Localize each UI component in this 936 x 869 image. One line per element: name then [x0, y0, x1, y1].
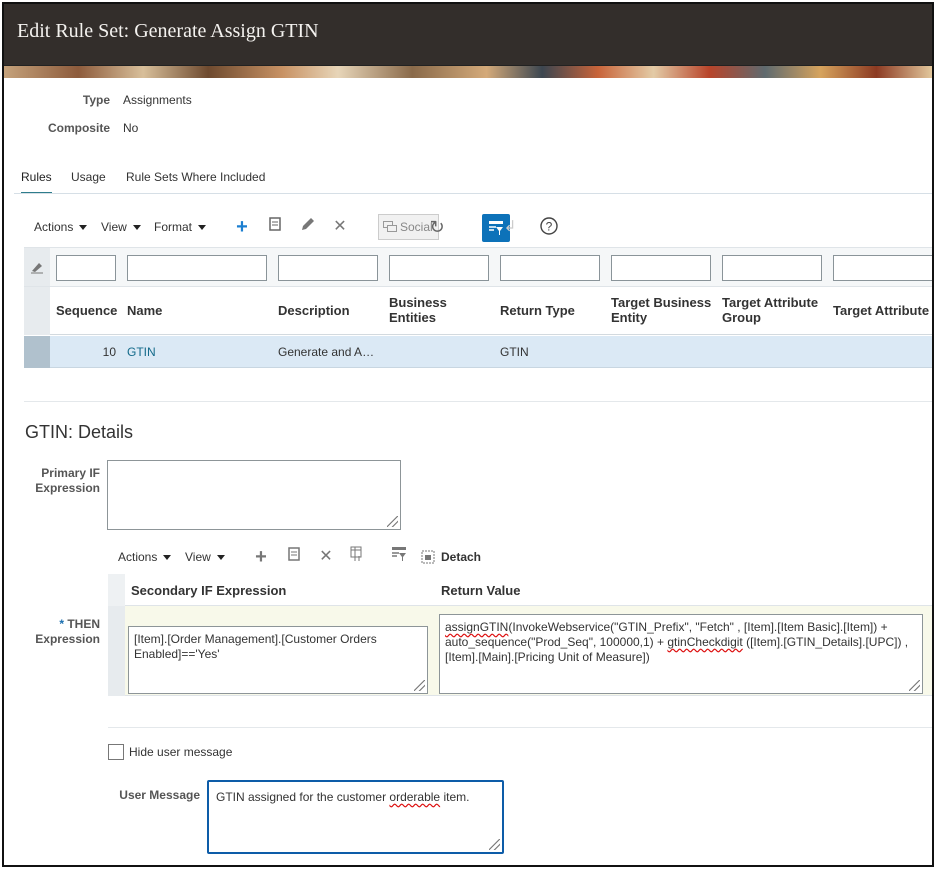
chevron-down-icon	[132, 225, 141, 231]
title-bar: Edit Rule Set: Generate Assign GTIN	[4, 4, 932, 66]
detach-rows-icon[interactable]	[283, 546, 305, 568]
actions-menu[interactable]: Actions	[34, 220, 88, 234]
sequence-filter-input[interactable]	[56, 255, 116, 281]
hide-user-message-checkbox[interactable]	[108, 744, 124, 760]
table-row[interactable]: 10 GTIN Generate and A… GTIN	[24, 336, 932, 368]
rules-toolbar: Actions View Format + ✕ Social ↻ ↲ ?	[24, 214, 932, 242]
cell-sequence: 10	[102, 345, 116, 359]
add-icon[interactable]: +	[250, 546, 272, 568]
name-filter-input[interactable]	[127, 255, 267, 281]
column-header-target-attribute[interactable]: Target Attribute	[833, 303, 929, 318]
then-expression-label: * THEN Expression	[35, 617, 100, 646]
return-icon[interactable]: ↲	[499, 216, 521, 238]
table-header: Sequence Name Description Business Entit…	[24, 287, 932, 335]
column-header-secondary-if[interactable]: Secondary IF Expression	[131, 583, 286, 598]
delete-icon[interactable]: ✕	[329, 216, 351, 238]
tab-rules[interactable]: Rules	[21, 170, 52, 194]
column-header-return-type[interactable]: Return Type	[500, 303, 575, 318]
sub-view-menu[interactable]: View	[185, 550, 225, 564]
column-header-sequence[interactable]: Sequence	[56, 303, 117, 318]
return-value-field[interactable]: assignGTIN(InvokeWebservice("GTIN_Prefix…	[439, 614, 923, 694]
resize-handle-icon[interactable]	[387, 516, 398, 527]
target-business-entity-filter-input[interactable]	[611, 255, 711, 281]
add-icon[interactable]: +	[231, 216, 253, 238]
format-menu[interactable]: Format	[154, 220, 207, 234]
cell-return-type: GTIN	[500, 345, 529, 359]
filter-row	[24, 247, 932, 287]
user-message-field[interactable]: GTIN assigned for the customer orderable…	[207, 780, 504, 854]
primary-if-expression-field[interactable]	[107, 460, 401, 530]
view-menu[interactable]: View	[101, 220, 141, 234]
column-header-target-business-entity[interactable]: Target Business Entity	[611, 295, 719, 325]
chevron-down-icon	[163, 555, 172, 561]
edit-icon[interactable]	[297, 216, 319, 238]
detach-button[interactable]: Detach	[421, 550, 481, 564]
composite-label: Composite	[47, 121, 110, 135]
resize-handle-icon[interactable]	[909, 680, 920, 691]
column-header-description[interactable]: Description	[278, 303, 350, 318]
primary-if-label: Primary IF Expression	[35, 466, 100, 495]
column-header-name[interactable]: Name	[127, 303, 162, 318]
sub-actions-menu[interactable]: Actions	[118, 550, 172, 564]
app-window: Edit Rule Set: Generate Assign GTIN Type…	[2, 2, 934, 867]
target-attribute-filter-input[interactable]	[833, 255, 932, 281]
secondary-if-expression-field[interactable]: [Item].[Order Management].[Customer Orde…	[128, 626, 428, 694]
chevron-down-icon	[79, 225, 88, 231]
type-label: Type	[82, 93, 110, 107]
column-header-target-attribute-group[interactable]: Target Attribute Group	[722, 295, 830, 325]
query-by-example-icon[interactable]	[388, 546, 410, 568]
chevron-down-icon	[216, 555, 225, 561]
svg-text:?: ?	[546, 220, 553, 234]
details-title: GTIN: Details	[25, 422, 134, 442]
resize-handle-icon[interactable]	[489, 839, 500, 850]
cell-name-link[interactable]: GTIN	[127, 345, 156, 359]
row-selector[interactable]	[24, 336, 50, 368]
section-divider	[24, 401, 932, 402]
resize-handle-icon[interactable]	[414, 680, 425, 691]
return-type-filter-input[interactable]	[500, 255, 600, 281]
page-title: Edit Rule Set: Generate Assign GTIN	[17, 20, 319, 42]
delete-icon[interactable]: ✕	[315, 546, 337, 568]
column-freeze-icon[interactable]	[347, 546, 369, 568]
social-icon	[383, 221, 397, 232]
help-icon[interactable]: ?	[538, 216, 560, 238]
refresh-icon[interactable]: ↻	[426, 216, 448, 238]
column-header-business-entities[interactable]: Business Entities	[389, 295, 484, 325]
expressions-toolbar: Actions View + ✕ Detach	[108, 544, 932, 572]
business-entities-filter-input[interactable]	[389, 255, 489, 281]
clear-filter-icon[interactable]	[30, 260, 44, 274]
target-attribute-group-filter-input[interactable]	[722, 255, 822, 281]
tab-usage[interactable]: Usage	[71, 170, 106, 184]
section-divider	[108, 727, 932, 728]
expressions-table-header: Secondary IF Expression Return Value	[108, 574, 932, 606]
chevron-down-icon	[198, 225, 207, 231]
cell-description: Generate and A…	[278, 345, 375, 359]
column-header-return-value[interactable]: Return Value	[441, 583, 520, 598]
decorative-banner	[4, 66, 932, 78]
user-message-label: User Message	[119, 788, 200, 802]
detach-icon[interactable]	[264, 216, 286, 238]
hide-user-message-label: Hide user message	[129, 745, 233, 759]
detach-icon	[421, 550, 435, 564]
tab-rule-sets-where-included[interactable]: Rule Sets Where Included	[126, 170, 265, 184]
description-filter-input[interactable]	[278, 255, 378, 281]
required-indicator: *	[59, 617, 64, 631]
composite-value: No	[123, 121, 139, 135]
tab-divider	[14, 193, 932, 194]
type-value: Assignments	[123, 93, 192, 107]
